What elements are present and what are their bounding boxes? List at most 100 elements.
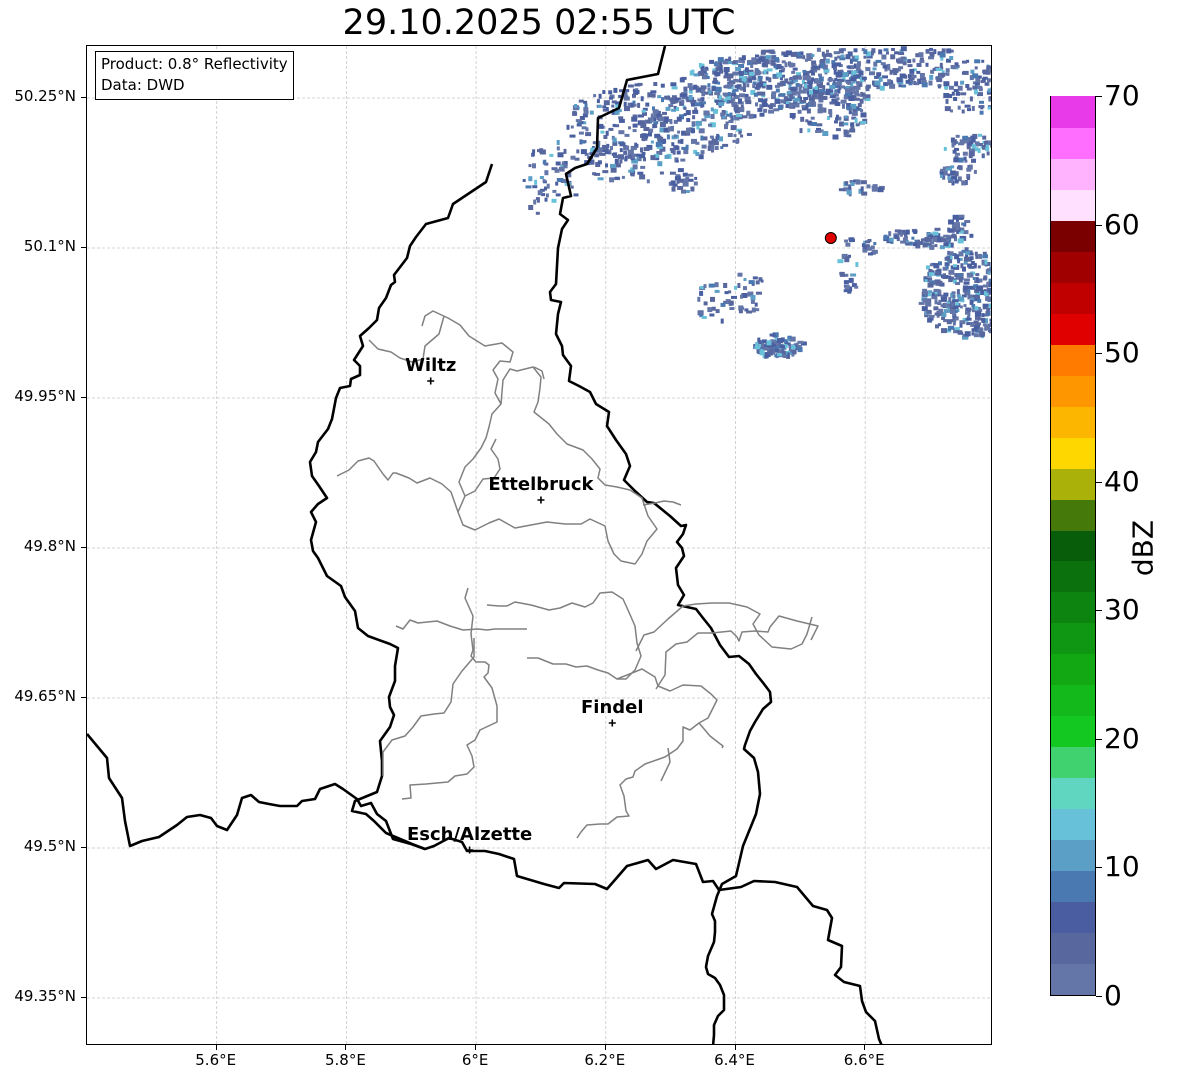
echo-pixel [839, 271, 845, 277]
echo-pixel [964, 331, 971, 337]
echo-pixel [977, 298, 982, 303]
echo-pixel [853, 48, 858, 53]
echo-pixel [753, 92, 758, 97]
echo-pixel [844, 115, 848, 119]
echo-pixel [594, 153, 600, 158]
echo-pixel [939, 62, 943, 68]
echo-pixel [614, 110, 620, 115]
echo-pixel [576, 123, 582, 127]
echo-pixel [555, 181, 559, 186]
echo-pixel [802, 69, 807, 73]
echo-pixel [966, 272, 973, 278]
echo-pixel [758, 98, 764, 103]
city-marker[interactable]: Findel [581, 697, 644, 727]
echo-pixel [612, 137, 617, 143]
longitude-tick-label: 5.6°E [195, 1051, 237, 1069]
echo-pixel [666, 134, 670, 140]
echo-pixel [814, 86, 818, 90]
echo-pixel [555, 161, 561, 166]
colorbar-segment [1051, 808, 1095, 841]
echo-pixel [815, 130, 822, 133]
echo-pixel [597, 160, 602, 165]
echo-pixel [938, 308, 944, 314]
echo-pixel [744, 308, 749, 312]
echo-pixel [612, 123, 616, 127]
echo-pixel [632, 100, 636, 104]
echo-pixel [605, 163, 608, 168]
echo-pixel [752, 276, 758, 280]
latitude-tick-label: 49.8°N [23, 537, 76, 555]
echo-pixel [700, 150, 705, 155]
echo-pixel [556, 146, 560, 151]
echo-pixel [705, 66, 709, 70]
echo-pixel [725, 84, 732, 89]
echo-pixel [634, 142, 638, 147]
echo-pixel [691, 69, 695, 74]
echo-pixel [746, 133, 752, 136]
echo-pixel [675, 159, 679, 163]
echo-pixel [741, 76, 747, 82]
echo-pixel [990, 267, 991, 273]
echo-pixel [743, 286, 747, 291]
colorbar-tick-mark [1096, 610, 1102, 612]
colorbar-segment [1051, 963, 1095, 995]
echo-pixel [950, 242, 954, 248]
echo-pixel [693, 84, 698, 90]
echo-pixel [779, 93, 786, 97]
echo-pixel [699, 290, 704, 296]
echo-pixel [596, 99, 600, 104]
echo-pixel [968, 307, 972, 311]
echo-pixel [886, 51, 889, 55]
echo-pixel [597, 104, 602, 108]
echo-pixel [737, 283, 741, 288]
echo-pixel [698, 311, 703, 315]
radar-site-marker[interactable] [824, 232, 837, 244]
echo-pixel [829, 101, 835, 105]
echo-pixel [709, 313, 715, 317]
echo-pixel [608, 127, 614, 131]
echo-pixel [839, 121, 844, 127]
longitude-tick-mark [215, 1045, 217, 1050]
echo-pixel [732, 88, 739, 92]
echo-pixel [941, 70, 945, 74]
echo-pixel [733, 134, 737, 137]
city-marker[interactable]: Wiltz [405, 355, 456, 385]
echo-pixel [802, 55, 806, 60]
echo-pixel [755, 291, 762, 295]
echo-pixel [702, 92, 705, 97]
echo-pixel [599, 152, 606, 156]
colorbar-segment [1051, 560, 1095, 593]
echo-pixel [949, 325, 955, 330]
echo-pixel [610, 167, 617, 173]
echo-pixel [688, 95, 693, 100]
radar-map[interactable]: Wiltz Ettelbruck Findel Esch/Alzette [86, 45, 992, 1045]
city-marker[interactable]: Ettelbruck [488, 474, 595, 504]
city-label: Findel [581, 697, 644, 718]
echo-pixel [549, 153, 554, 157]
echo-pixel [836, 72, 843, 77]
echo-pixel [987, 88, 991, 93]
echo-pixel [811, 72, 815, 76]
echo-pixel [900, 46, 907, 52]
echo-pixel [872, 184, 878, 188]
echo-pixel [951, 175, 958, 180]
echo-pixel [867, 246, 873, 251]
echo-pixel [954, 171, 959, 177]
echo-pixel [788, 102, 793, 108]
echo-pixel [835, 114, 839, 118]
colorbar-tick-mark [1096, 738, 1102, 740]
echo-pixel [632, 164, 638, 170]
colorbar-tick-mark [1096, 96, 1102, 97]
echo-pixel [929, 74, 934, 80]
echo-pixel [919, 60, 925, 63]
echo-pixel [851, 70, 857, 75]
echo-pixel [800, 100, 807, 103]
echo-pixel [856, 65, 860, 71]
echo-pixel [927, 282, 934, 288]
echo-pixel [807, 128, 811, 133]
echo-pixel [855, 180, 859, 185]
echo-pixel [932, 237, 938, 242]
echo-pixel [952, 214, 959, 220]
echo-pixel [835, 97, 840, 101]
echo-pixel [733, 104, 739, 110]
